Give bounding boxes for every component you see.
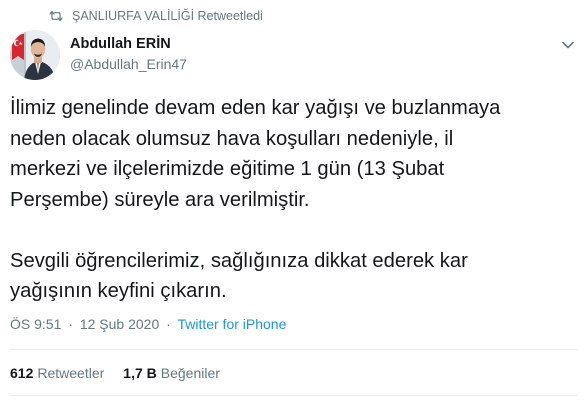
meta-separator: · <box>68 316 73 332</box>
retweet-context[interactable]: ŞANLIURFA VALİLİĞİ Retweetledi <box>48 9 263 23</box>
profile-photo <box>10 30 60 80</box>
tweet-paragraph: İlimiz genelinde devam eden kar yağışı v… <box>10 97 501 211</box>
tweet-card: ŞANLIURFA VALİLİĞİ Retweetledi Abdullah … <box>0 0 587 400</box>
like-label: Beğeniler <box>160 365 220 381</box>
retweets-stat[interactable]: 612 Retweetler <box>10 365 104 381</box>
author-handle[interactable]: @Abdullah_Erin47 <box>70 56 187 72</box>
divider <box>10 349 578 350</box>
meta-separator: · <box>166 316 171 332</box>
tweet-text: İlimiz genelinde devam eden kar yağışı v… <box>10 93 578 307</box>
retweet-context-label: ŞANLIURFA VALİLİĞİ Retweetledi <box>72 9 263 23</box>
retweet-count: 612 <box>10 365 34 381</box>
retweet-label: Retweetler <box>37 365 105 381</box>
avatar[interactable] <box>10 30 60 80</box>
tweet-meta: ÖS 9:51 · 12 Şub 2020 · Twitter for iPho… <box>10 316 286 332</box>
like-count: 1,7 B <box>123 365 157 381</box>
retweet-icon <box>49 10 63 22</box>
chevron-down-icon[interactable] <box>561 40 575 50</box>
divider <box>10 395 578 396</box>
likes-stat[interactable]: 1,7 B Beğeniler <box>123 365 220 381</box>
tweet-stats: 612 Retweetler 1,7 B Beğeniler <box>10 365 220 381</box>
tweet-source-link[interactable]: Twitter for iPhone <box>177 316 286 332</box>
tweet-date[interactable]: 12 Şub 2020 <box>80 316 159 332</box>
tweet-paragraph: Sevgili öğrencilerimiz, sağlığınıza dikk… <box>10 249 468 303</box>
author-name[interactable]: Abdullah ERİN <box>70 36 171 52</box>
tweet-time[interactable]: ÖS 9:51 <box>10 316 61 332</box>
